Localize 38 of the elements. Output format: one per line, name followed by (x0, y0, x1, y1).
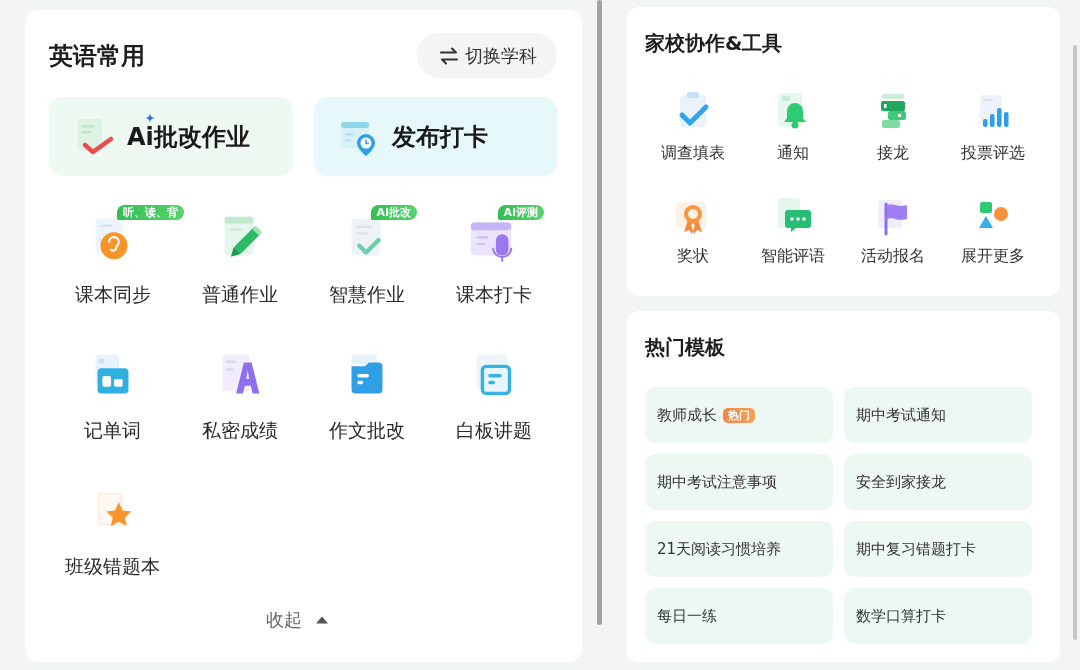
feature-tag: AI评测 (497, 205, 545, 220)
tool-button[interactable]: 作文批改 (328, 347, 405, 441)
tool-button[interactable]: 白板讲题 (455, 347, 532, 441)
tool-button[interactable]: 投票评选 (961, 87, 1025, 163)
template-button[interactable]: 期中复习错题打卡 (844, 521, 1032, 577)
tool-button[interactable]: 普通作业 (201, 211, 278, 305)
template-button[interactable]: 期中考试通知 (844, 387, 1032, 443)
template-button[interactable]: 教师成长 热门 (645, 387, 833, 443)
tool-button[interactable]: 奖状 (668, 190, 718, 266)
tool-button[interactable]: 接龙 (868, 87, 918, 163)
tool-button[interactable]: 活动报名 (861, 190, 925, 266)
swap-arrows-icon (439, 45, 459, 66)
feature-tag: AI批改 (370, 205, 418, 220)
template-button[interactable]: 数学口算打卡 (844, 588, 1032, 644)
tool-button[interactable]: 班级错题本 (65, 483, 160, 577)
scrollbar[interactable] (1073, 45, 1077, 640)
feature-tag: 听、读、背 (116, 205, 184, 220)
tool-button[interactable]: 通知 (768, 87, 818, 163)
collapse-button[interactable]: 收起 (266, 609, 328, 631)
template-button[interactable]: 安全到家接龙 (844, 454, 1032, 510)
section-title: 热门模板 (645, 335, 726, 359)
tool-button[interactable]: 调查填表 (661, 87, 725, 163)
tool-button[interactable]: 展开更多 (961, 190, 1025, 266)
section-title: 英语常用 (49, 40, 145, 71)
section-title: 家校协作&工具 (645, 31, 784, 55)
hot-tag: 热门 (723, 407, 755, 423)
tool-button[interactable]: 智能评语 (761, 190, 825, 266)
template-button[interactable]: 21天阅读习惯培养 (645, 521, 833, 577)
switch-subject-button[interactable]: 切换学科 (417, 33, 557, 78)
caret-up-icon (316, 616, 328, 624)
scrollbar[interactable] (597, 0, 602, 625)
tool-button[interactable]: 私密成绩 (201, 347, 278, 441)
template-button[interactable]: 每日一练 (645, 588, 833, 644)
template-button[interactable]: 期中考试注意事项 (645, 454, 833, 510)
sparkle-icon (145, 113, 155, 123)
tool-button[interactable]: 记单词 (83, 347, 142, 441)
featured-button[interactable]: Ai批改作业 (49, 97, 293, 176)
featured-button[interactable]: 发布打卡 (313, 97, 557, 176)
